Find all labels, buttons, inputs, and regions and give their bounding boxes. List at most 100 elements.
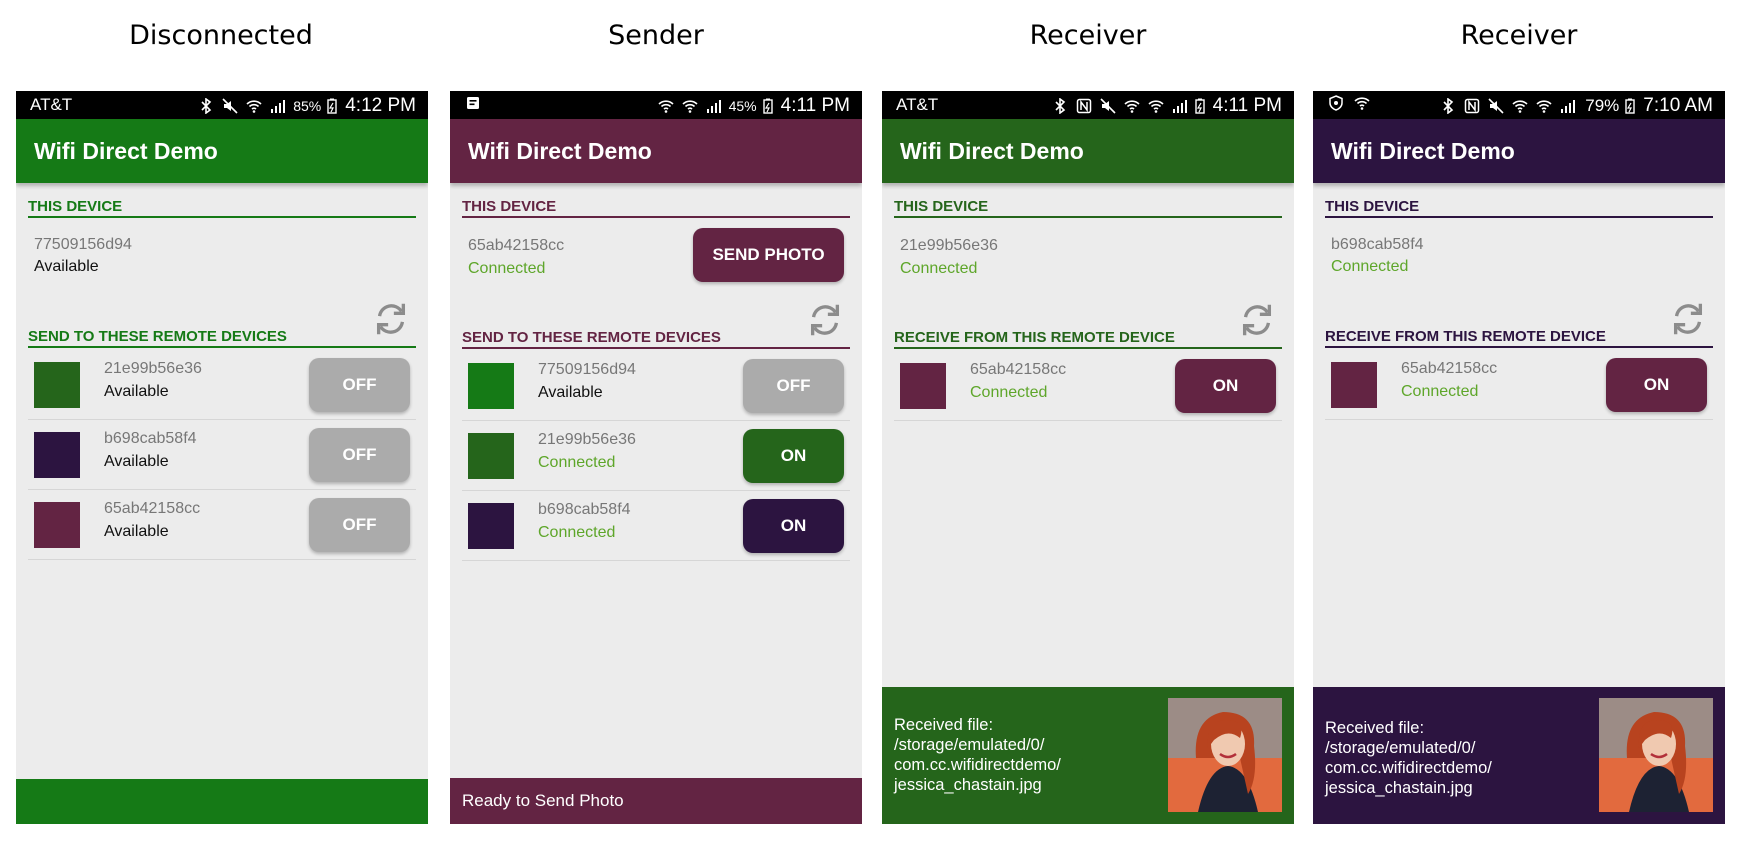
device-color-swatch [34, 432, 80, 478]
status-footer [16, 779, 428, 824]
status-bar: AT&T 85% 4:12 PM [16, 91, 428, 119]
nfc-icon [1075, 98, 1093, 114]
signal-icon [1171, 98, 1189, 114]
bluetooth-icon [197, 98, 215, 114]
remote-device-id: 77509156d94 [538, 361, 636, 378]
list-item: 21e99b56e36 Connected ON [462, 421, 850, 491]
device-color-swatch [468, 503, 514, 549]
received-file-panel: Received file: /storage/emulated/0/ com.… [882, 687, 1294, 824]
remote-device-status: Connected [1401, 383, 1479, 400]
status-bar: 79% 7:10 AM [1313, 91, 1725, 119]
remote-device-status: Available [104, 383, 169, 400]
this-device-status: Connected [900, 260, 978, 277]
battery-percent: 85% [293, 98, 322, 114]
remote-device-status: Connected [538, 524, 616, 541]
footer-status-text: Ready to Send Photo [462, 791, 624, 810]
received-photo [1168, 698, 1282, 812]
battery-icon [1194, 98, 1205, 114]
this-device-status: Available [34, 258, 99, 275]
remote-device-status: Available [104, 453, 169, 470]
phone-disconnected: AT&T 85% 4:12 PM Wifi Direct Demo THIS D… [16, 91, 428, 824]
this-device-header: THIS DEVICE [462, 198, 850, 218]
remote-device-id: 65ab42158cc [1401, 360, 1498, 377]
remote-device-status: Connected [970, 384, 1048, 401]
this-device-header: THIS DEVICE [1325, 198, 1713, 218]
status-bar: 45% 4:11 PM [450, 91, 862, 119]
remote-devices-header: SEND TO THESE REMOTE DEVICES [28, 328, 416, 348]
remote-device-id: 65ab42158cc [104, 500, 201, 517]
list-item: 65ab42158cc Connected ON [1325, 350, 1713, 420]
phone-sender: 45% 4:11 PM Wifi Direct Demo THIS DEVICE… [450, 91, 862, 824]
this-device-id: b698cab58f4 [1331, 236, 1424, 253]
app-bar: Wifi Direct Demo [16, 119, 428, 183]
mute-icon [1487, 98, 1505, 114]
signal-icon [705, 98, 723, 114]
connect-toggle[interactable]: OFF [743, 359, 844, 413]
received-path-line: com.cc.wifidirectdemo/ [894, 756, 1061, 774]
wifi-icon [681, 98, 699, 114]
app-bar: Wifi Direct Demo [450, 119, 862, 183]
this-device-status: Connected [1331, 258, 1409, 275]
this-device-status: Connected [468, 260, 546, 277]
device-color-swatch [468, 363, 514, 409]
connect-toggle[interactable]: ON [1606, 358, 1707, 412]
received-photo [1599, 698, 1713, 812]
wifi-icon [657, 98, 675, 114]
wifi-icon [1147, 98, 1165, 114]
list-item: b698cab58f4 Available OFF [28, 420, 416, 490]
received-label: Received file: [1325, 719, 1425, 737]
received-label: Received file: [894, 716, 994, 734]
clock: 4:11 PM [780, 95, 850, 116]
this-device-id: 65ab42158cc [468, 237, 565, 254]
received-path-line: /storage/emulated/0/ [894, 736, 1045, 754]
device-color-swatch [34, 502, 80, 548]
caption-disconnected: Disconnected [129, 20, 313, 51]
received-file-text: Received file: /storage/emulated/0/ com.… [894, 715, 1061, 795]
nfc-icon [1463, 98, 1481, 114]
battery-percent: 79% [1585, 96, 1620, 115]
list-item: 65ab42158cc Available OFF [28, 490, 416, 560]
connect-toggle[interactable]: ON [743, 499, 844, 553]
wifi-icon [1123, 98, 1141, 114]
send-photo-button[interactable]: SEND PHOTO [693, 228, 844, 282]
mute-icon [221, 98, 239, 114]
shield-icon [1327, 95, 1345, 111]
clock: 4:12 PM [345, 95, 416, 116]
remote-device-id: 65ab42158cc [970, 361, 1067, 378]
wifi-icon [1511, 98, 1529, 114]
this-device-header: THIS DEVICE [28, 198, 416, 218]
battery-icon [327, 98, 337, 114]
received-filename: jessica_chastain.jpg [894, 776, 1042, 794]
battery-icon [762, 98, 773, 114]
device-color-swatch [468, 433, 514, 479]
caption-receiver-2: Receiver [1460, 20, 1578, 51]
clock: 7:10 AM [1643, 95, 1713, 116]
remote-device-id: 21e99b56e36 [104, 360, 202, 377]
connect-toggle[interactable]: OFF [309, 428, 410, 482]
phone-receiver-2: 79% 7:10 AM Wifi Direct Demo THIS DEVICE… [1313, 91, 1725, 824]
app-bar: Wifi Direct Demo [1313, 119, 1725, 183]
remote-devices-header: SEND TO THESE REMOTE DEVICES [462, 329, 850, 349]
device-color-swatch [1331, 362, 1377, 408]
received-filename: jessica_chastain.jpg [1325, 779, 1473, 797]
list-item: 77509156d94 Available OFF [462, 351, 850, 421]
received-file-panel: Received file: /storage/emulated/0/ com.… [1313, 687, 1725, 824]
carrier-label: AT&T [896, 95, 939, 114]
clock: 4:11 PM [1212, 95, 1282, 116]
wifi-icon [245, 98, 263, 114]
received-file-text: Received file: /storage/emulated/0/ com.… [1325, 718, 1492, 798]
connect-toggle[interactable]: OFF [309, 498, 410, 552]
caption-sender: Sender [608, 20, 704, 51]
connect-toggle[interactable]: ON [743, 429, 844, 483]
connect-toggle[interactable]: OFF [309, 358, 410, 412]
wifi-icon [1535, 98, 1553, 114]
phone-receiver-1: AT&T 4:11 PM Wifi Direct Demo THIS DEVIC… [882, 91, 1294, 824]
remote-device-status: Connected [538, 454, 616, 471]
notification-icon [464, 95, 482, 111]
this-device-header: THIS DEVICE [894, 198, 1282, 218]
bluetooth-icon [1439, 98, 1457, 114]
connect-toggle[interactable]: ON [1175, 359, 1276, 413]
remote-device-id: b698cab58f4 [538, 501, 631, 518]
app-bar: Wifi Direct Demo [882, 119, 1294, 183]
status-bar: AT&T 4:11 PM [882, 91, 1294, 119]
